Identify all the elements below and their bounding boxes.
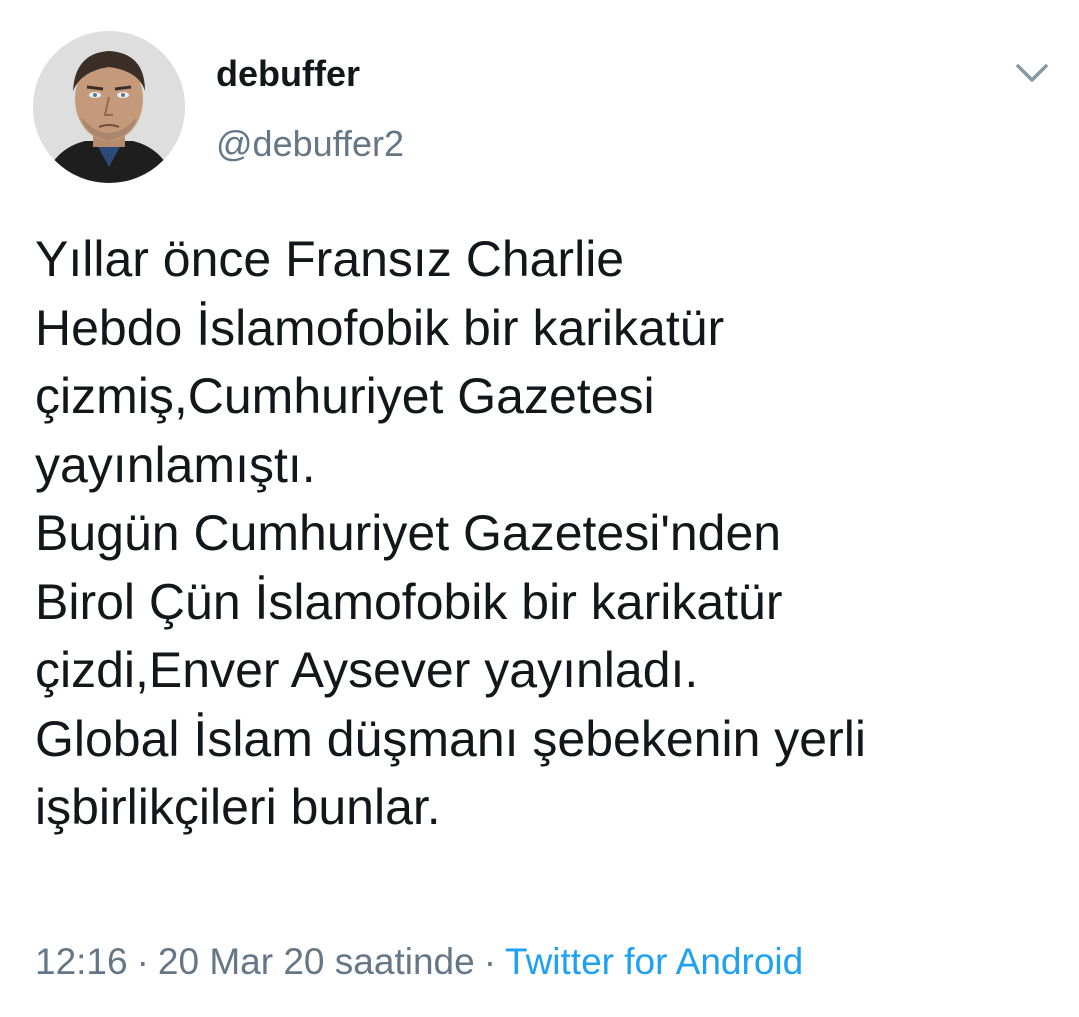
chevron-down-icon[interactable] [1014,60,1050,86]
user-handle[interactable]: @debuffer2 [216,122,404,166]
tweet-line: Birol Çün İslamofobik bir karikatür [35,573,783,630]
tweet-time[interactable]: 12:16 [35,941,128,982]
avatar[interactable] [33,31,185,183]
tweet-date[interactable]: 20 Mar 20 saatinde [158,941,475,982]
tweet-line: işbirlikçileri bunlar. [35,779,441,835]
profile-photo-icon [33,31,185,183]
tweet-text: Yıllar önce Fransız Charlie Hebdo İslamo… [35,225,1065,842]
tweet-line: çizdi,Enver Aysever yayınladı. [35,642,699,698]
tweet-line: Hebdo İslamofobik bir karikatür [35,299,725,356]
tweet-line: Global İslam düşmanı şebekenin yerli [35,710,866,767]
meta-separator: · [136,941,149,982]
tweet-line: Bugün Cumhuriyet Gazetesi'nden [35,505,782,561]
tweet-meta: 12:16 · 20 Mar 20 saatinde · Twitter for And… [35,939,803,985]
tweet-line: çizmiş,Cumhuriyet Gazetesi [35,368,655,424]
meta-separator: · [483,941,497,982]
display-name[interactable]: debuffer [216,52,360,96]
tweet-line: Yıllar önce Fransız Charlie [35,231,625,287]
source-link[interactable]: Twitter for Android [505,941,803,982]
tweet-line: yayınlamıştı. [35,436,316,493]
